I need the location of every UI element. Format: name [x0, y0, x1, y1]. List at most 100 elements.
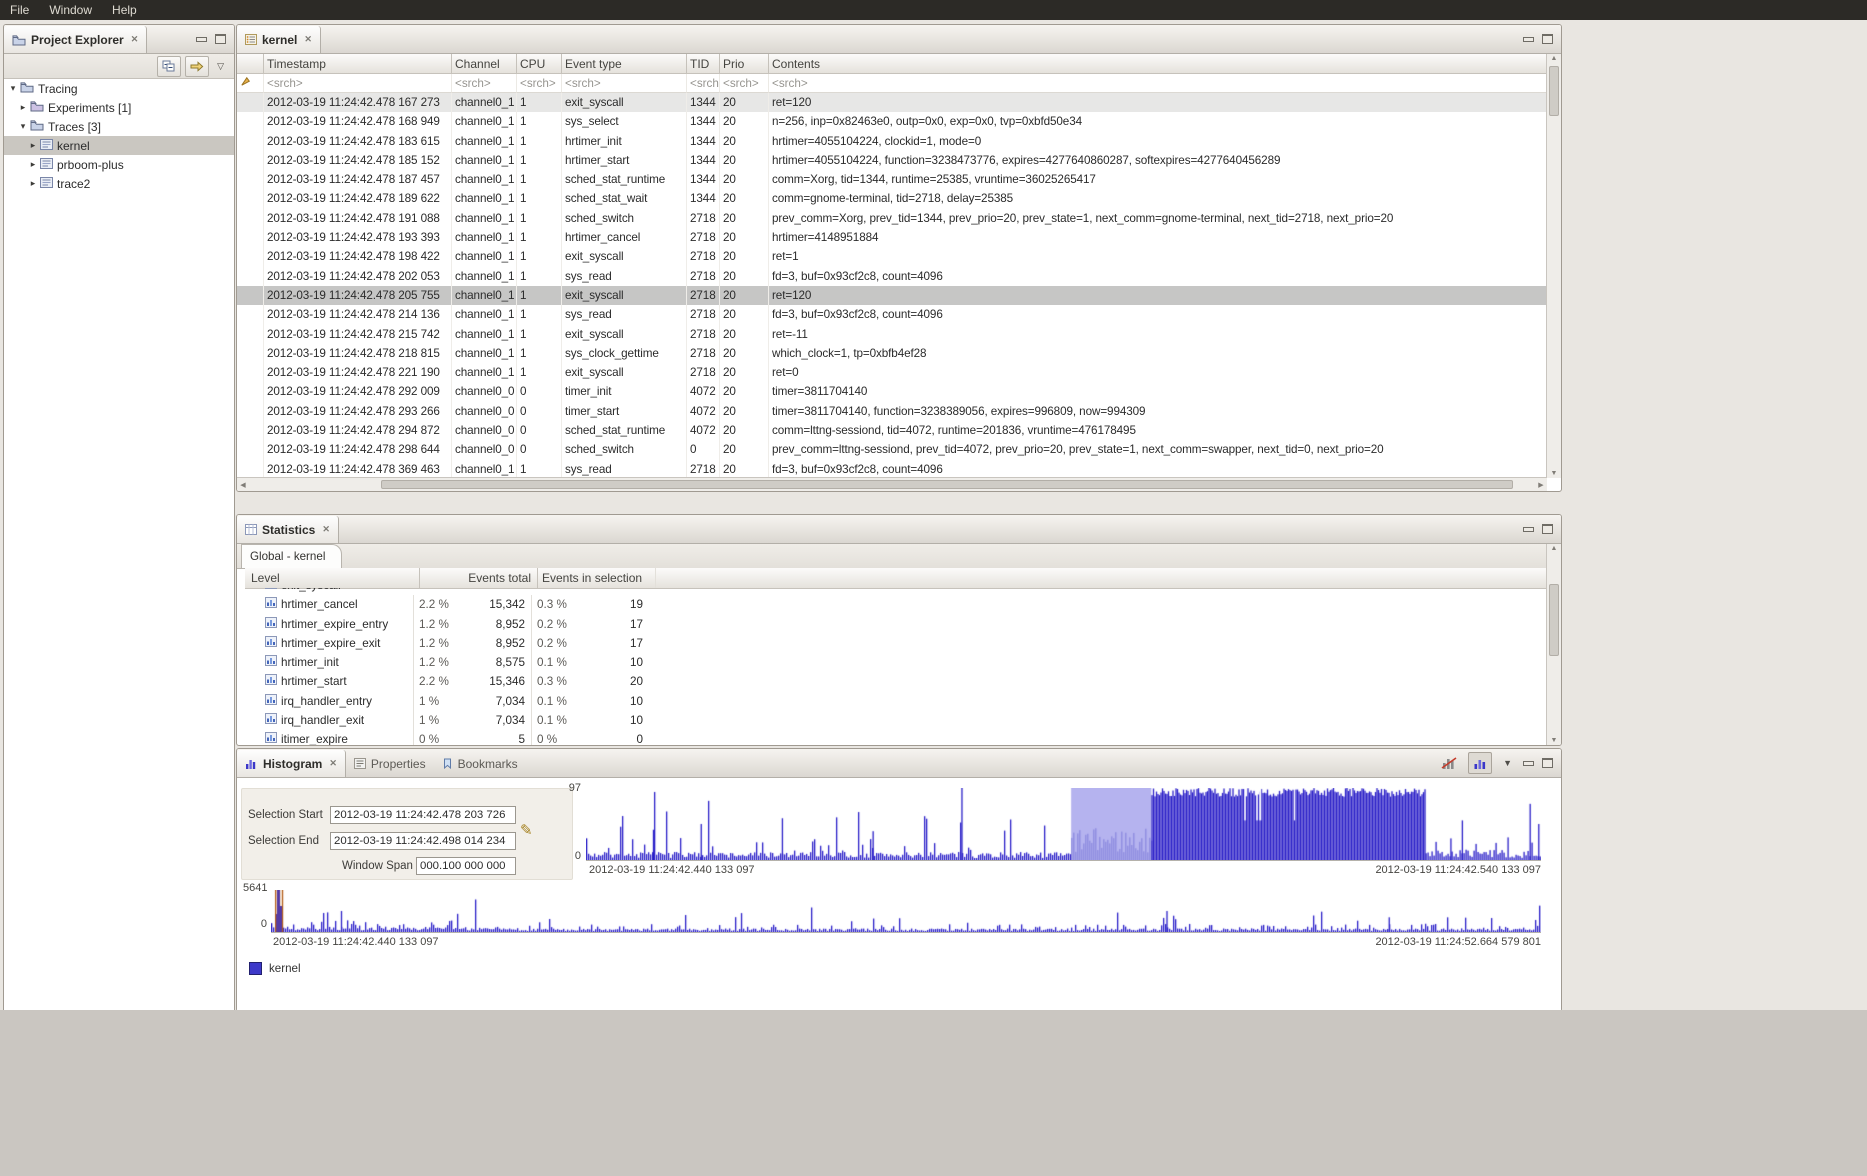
statistics-row[interactable]: itimer_expire0 %50 %0 — [245, 730, 1547, 745]
selection-end-input[interactable] — [330, 832, 516, 850]
events-horizontal-scrollbar[interactable]: ◀ ▶ — [237, 477, 1547, 491]
scroll-down-icon[interactable]: ▼ — [1547, 470, 1561, 477]
close-icon[interactable]: ✕ — [131, 34, 139, 45]
edit-pencil-icon[interactable]: ✎ — [520, 821, 533, 839]
scrollbar-thumb[interactable] — [381, 480, 1513, 489]
maximize-icon[interactable] — [1542, 524, 1553, 534]
statistics-row[interactable]: hrtimer_expire_exit1.2 %8,9520.2 %17 — [245, 634, 1547, 653]
event-row[interactable]: 2012-03-19 11:24:42.478 189 622channel0_… — [237, 189, 1547, 208]
close-icon[interactable]: ✕ — [322, 524, 330, 535]
tab-bookmarks[interactable]: Bookmarks — [434, 750, 526, 777]
event-row[interactable]: 2012-03-19 11:24:42.478 205 755channel0_… — [237, 286, 1547, 305]
column-header-cpu[interactable]: CPU — [517, 54, 562, 74]
event-row[interactable]: 2012-03-19 11:24:42.478 298 644channel0_… — [237, 440, 1547, 459]
tab-global-kernel[interactable]: Global - kernel — [241, 544, 342, 568]
maximize-icon[interactable] — [1542, 34, 1553, 44]
filter-cell-timestamp[interactable]: <srch> — [264, 74, 452, 93]
event-row[interactable]: 2012-03-19 11:24:42.478 168 949channel0_… — [237, 112, 1547, 131]
statistics-row[interactable]: irq_handler_entry1 %7,0340.1 %10 — [245, 692, 1547, 711]
menu-help[interactable]: Help — [102, 0, 147, 20]
scroll-up-icon[interactable]: ▲ — [1547, 55, 1561, 62]
collapse-all-icon[interactable] — [157, 56, 181, 77]
event-row[interactable]: 2012-03-19 11:24:42.478 193 393channel0_… — [237, 228, 1547, 247]
scroll-left-icon[interactable]: ◀ — [239, 481, 247, 489]
tab-properties[interactable]: Properties — [346, 750, 434, 777]
menu-file[interactable]: File — [0, 0, 39, 20]
column-header-timestamp[interactable]: Timestamp — [264, 54, 452, 74]
view-menu-icon[interactable]: ▼ — [1500, 758, 1515, 768]
event-row[interactable]: 2012-03-19 11:24:42.478 167 273channel0_… — [237, 93, 1547, 112]
statistics-row[interactable]: hrtimer_init1.2 %8,5750.1 %10 — [245, 653, 1547, 672]
event-row[interactable]: 2012-03-19 11:24:42.478 185 152channel0_… — [237, 151, 1547, 170]
tree-expander-icon[interactable]: ▸ — [28, 178, 38, 189]
column-header-level[interactable]: Level — [245, 568, 419, 588]
scrollbar-thumb[interactable] — [1549, 66, 1559, 116]
close-icon[interactable]: ✕ — [304, 34, 312, 45]
view-menu-icon[interactable]: ▽ — [213, 61, 228, 72]
event-row[interactable]: 2012-03-19 11:24:42.478 183 615channel0_… — [237, 132, 1547, 151]
tree-item-prboom-plus[interactable]: ▸prboom-plus — [4, 155, 234, 174]
event-row[interactable]: 2012-03-19 11:24:42.478 187 457channel0_… — [237, 170, 1547, 189]
event-row[interactable]: 2012-03-19 11:24:42.478 198 422channel0_… — [237, 247, 1547, 266]
tree-item-tracing[interactable]: ▾Tracing — [4, 79, 234, 98]
event-row[interactable]: 2012-03-19 11:24:42.478 294 872channel0_… — [237, 421, 1547, 440]
tree-item-trace2[interactable]: ▸trace2 — [4, 174, 234, 193]
show-traces-icon[interactable] — [1468, 752, 1492, 774]
column-header-tid[interactable]: TID — [687, 54, 720, 74]
event-row[interactable]: 2012-03-19 11:24:42.478 218 815channel0_… — [237, 344, 1547, 363]
filter-cell-channel[interactable]: <srch> — [452, 74, 517, 93]
event-row[interactable]: 2012-03-19 11:24:42.478 191 088channel0_… — [237, 209, 1547, 228]
column-header-contents[interactable]: Contents — [769, 54, 1547, 74]
filter-cell-cpu[interactable]: <srch> — [517, 74, 562, 93]
column-header-events-total[interactable]: Events total — [419, 568, 537, 588]
scroll-down-icon[interactable]: ▼ — [1547, 737, 1561, 744]
tab-project-explorer[interactable]: Project Explorer ✕ — [4, 26, 147, 53]
event-row[interactable]: 2012-03-19 11:24:42.478 221 190channel0_… — [237, 363, 1547, 382]
filter-cell-contents[interactable]: <srch> — [769, 74, 1547, 93]
tab-statistics[interactable]: Statistics ✕ — [237, 516, 339, 543]
event-row[interactable]: 2012-03-19 11:24:42.478 214 136channel0_… — [237, 305, 1547, 324]
window-span-input[interactable] — [416, 857, 516, 875]
tab-kernel-events[interactable]: kernel ✕ — [237, 26, 321, 53]
tree-item-experiments-1-[interactable]: ▸Experiments [1] — [4, 98, 234, 117]
filter-cell-event-type[interactable]: <srch> — [562, 74, 687, 93]
minimize-icon[interactable] — [196, 37, 207, 42]
tree-expander-icon[interactable]: ▾ — [18, 121, 28, 132]
statistics-vertical-scrollbar[interactable]: ▲ ▼ — [1546, 544, 1561, 745]
statistics-row[interactable]: hrtimer_expire_entry1.2 %8,9520.2 %17 — [245, 615, 1547, 634]
maximize-icon[interactable] — [215, 34, 226, 44]
tree-expander-icon[interactable]: ▸ — [28, 159, 38, 170]
event-row[interactable]: 2012-03-19 11:24:42.478 202 053channel0_… — [237, 267, 1547, 286]
full-histogram-chart[interactable] — [271, 890, 1541, 933]
selection-start-input[interactable] — [330, 806, 516, 824]
tree-expander-icon[interactable]: ▸ — [28, 140, 38, 151]
scroll-up-icon[interactable]: ▲ — [1547, 545, 1561, 552]
scrollbar-thumb[interactable] — [1549, 584, 1559, 656]
tree-expander-icon[interactable]: ▸ — [18, 102, 28, 113]
filter-cell-prio[interactable]: <srch> — [720, 74, 769, 93]
close-icon[interactable]: ✕ — [329, 758, 337, 769]
statistics-row[interactable]: hrtimer_cancel2.2 %15,3420.3 %19 — [245, 595, 1547, 614]
tree-expander-icon[interactable]: ▾ — [8, 83, 18, 94]
event-row[interactable]: 2012-03-19 11:24:42.478 292 009channel0_… — [237, 382, 1547, 401]
minimize-icon[interactable] — [1523, 761, 1534, 766]
event-row[interactable]: 2012-03-19 11:24:42.478 215 742channel0_… — [237, 325, 1547, 344]
column-header-events-in-selection[interactable]: Events in selection — [537, 568, 655, 588]
statistics-row[interactable]: exit_syscall — [245, 588, 1547, 595]
tree-item-kernel[interactable]: ▸kernel — [4, 136, 234, 155]
events-vertical-scrollbar[interactable]: ▲ ▼ — [1546, 54, 1561, 478]
minimize-icon[interactable] — [1523, 37, 1534, 42]
menu-window[interactable]: Window — [39, 0, 102, 20]
filter-cell-tid[interactable]: <srch> — [687, 74, 720, 93]
statistics-row[interactable]: hrtimer_start2.2 %15,3460.3 %20 — [245, 672, 1547, 691]
event-row[interactable]: 2012-03-19 11:24:42.478 293 266channel0_… — [237, 402, 1547, 421]
column-header-prio[interactable]: Prio — [720, 54, 769, 74]
link-with-editor-icon[interactable] — [185, 56, 209, 77]
scroll-right-icon[interactable]: ▶ — [1537, 481, 1545, 489]
tree-item-traces-3-[interactable]: ▾Traces [3] — [4, 117, 234, 136]
tab-histogram[interactable]: Histogram ✕ — [237, 750, 346, 777]
filter-gutter-pin-icon[interactable] — [237, 74, 264, 93]
maximize-icon[interactable] — [1542, 758, 1553, 768]
hide-lost-events-icon[interactable] — [1438, 753, 1460, 773]
minimize-icon[interactable] — [1523, 527, 1534, 532]
